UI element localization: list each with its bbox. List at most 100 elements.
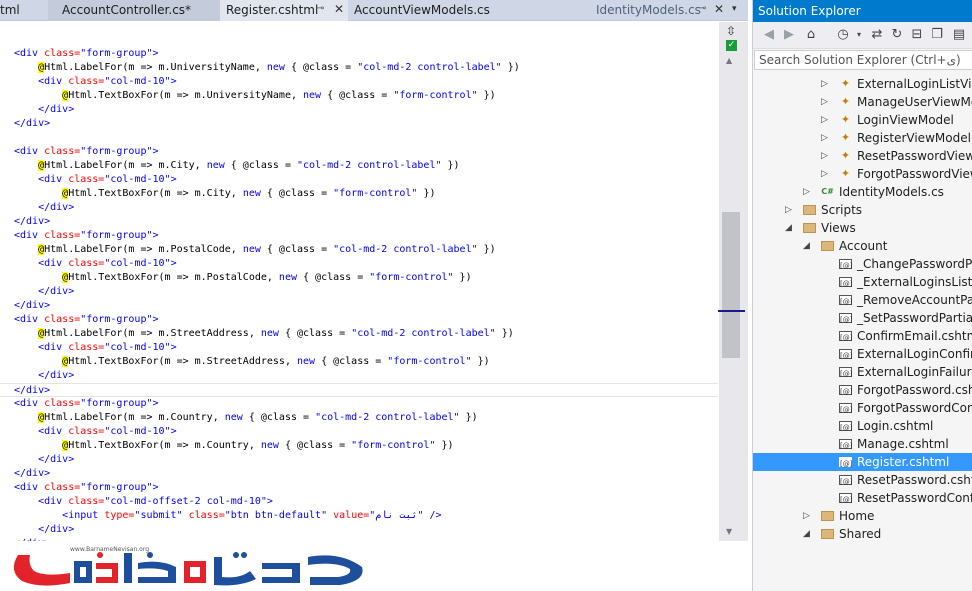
tree-item[interactable]: [@] ForgotPasswordConfirmation.cshtml <box>753 399 972 417</box>
properties-icon[interactable]: ▤ <box>951 27 967 43</box>
code-line[interactable]: <div class="form-group"> <box>0 313 718 327</box>
code-line[interactable]: @Html.TextBoxFor(m => m.PostalCode, new … <box>0 271 718 285</box>
solution-explorer-search-input[interactable]: Search Solution Explorer (Ctrl+ی) <box>754 50 972 70</box>
split-window-icon[interactable]: ⇳ <box>724 24 738 38</box>
refresh-icon[interactable]: ↻ <box>889 27 905 43</box>
collapse-arrow-icon[interactable]: ◢ <box>785 219 792 237</box>
code-line[interactable]: <div class="col-md-10"> <box>0 75 718 89</box>
code-line[interactable]: </div> <box>0 453 718 467</box>
chevron-down-icon[interactable]: ▾ <box>851 27 867 43</box>
close-icon[interactable]: ✕ <box>334 2 344 16</box>
pin-icon[interactable]: ⊸ <box>316 3 324 14</box>
code-line[interactable]: <div class="form-group"> <box>0 481 718 495</box>
code-line[interactable]: </div> <box>0 523 718 537</box>
tree-item[interactable]: ▷ ✦ LoginViewModel <box>753 111 972 129</box>
code-line[interactable]: @Html.TextBoxFor(m => m.UniversityName, … <box>0 89 718 103</box>
scroll-up-icon[interactable]: ▲ <box>726 56 732 65</box>
tree-item[interactable]: ▷ ✦ RegisterViewModel <box>753 129 972 147</box>
expand-arrow-icon[interactable]: ▷ <box>821 165 828 183</box>
code-line[interactable]: <div class="form-group"> <box>0 397 718 411</box>
sync-icon[interactable]: ⇄ <box>869 27 885 43</box>
tree-item[interactable]: [@] ExternalLoginFailure.cshtml <box>753 363 972 381</box>
code-editor[interactable]: <div class="form-group"> @Html.LabelFor(… <box>0 22 718 541</box>
code-line[interactable]: </div> <box>0 285 718 299</box>
tree-item[interactable]: ◢ Views <box>753 219 972 237</box>
code-line[interactable]: <div class="col-md-10"> <box>0 341 718 355</box>
expand-arrow-icon[interactable]: ▷ <box>803 507 810 525</box>
code-line[interactable]: @Html.LabelFor(m => m.City, new { @class… <box>0 159 718 173</box>
code-line[interactable]: </div> <box>0 201 718 215</box>
close-icon[interactable]: ✕ <box>714 2 724 16</box>
expand-arrow-icon[interactable]: ▷ <box>821 93 828 111</box>
chevron-down-icon[interactable]: ▾ <box>732 4 737 14</box>
code-line[interactable]: @Html.LabelFor(m => m.StreetAddress, new… <box>0 327 718 341</box>
expand-arrow-icon[interactable]: ▷ <box>821 129 828 147</box>
code-line[interactable]: <div class="form-group"> <box>0 47 718 61</box>
code-line[interactable]: @Html.TextBoxFor(m => m.Country, new { @… <box>0 439 718 453</box>
expand-arrow-icon[interactable]: ▷ <box>821 147 828 165</box>
tree-item[interactable]: ◢ Shared <box>753 525 972 543</box>
code-line[interactable]: <div class="col-md-10"> <box>0 173 718 187</box>
history-icon[interactable]: ◷ <box>835 27 851 43</box>
tree-item[interactable]: [@] Manage.cshtml <box>753 435 972 453</box>
code-line[interactable]: <div class="col-md-10"> <box>0 425 718 439</box>
tab-partial[interactable]: tml <box>0 0 48 21</box>
tree-item[interactable]: [@] _SetPasswordPartial.cshtml <box>753 309 972 327</box>
tree-item[interactable]: [@] _RemoveAccountPartial.cshtml <box>753 291 972 309</box>
tree-item[interactable]: [@] ExternalLoginConfirmation.cshtml <box>753 345 972 363</box>
tree-item[interactable]: ▷ ✦ ExternalLoginListViewModel <box>753 75 972 93</box>
code-line[interactable]: @Html.LabelFor(m => m.UniversityName, ne… <box>0 61 718 75</box>
code-line[interactable] <box>0 33 718 47</box>
tree-item[interactable]: ◢ Account <box>753 237 972 255</box>
home-icon[interactable]: ⌂ <box>803 27 819 43</box>
code-line[interactable]: </div> <box>0 369 718 383</box>
scrollbar-thumb[interactable] <box>722 212 740 358</box>
scroll-down-icon[interactable]: ▼ <box>726 527 732 536</box>
code-line[interactable]: <div class="col-md-offset-2 col-md-10"> <box>0 495 718 509</box>
tree-item[interactable]: [@] ResetPassword.cshtml <box>753 471 972 489</box>
code-line[interactable]: @Html.LabelFor(m => m.Country, new { @cl… <box>0 411 718 425</box>
code-line[interactable]: </div> <box>0 299 718 313</box>
tree-item[interactable]: [@] ConfirmEmail.cshtml <box>753 327 972 345</box>
tab-account-controller[interactable]: AccountController.cs* <box>48 0 220 21</box>
tab-register-cshtml[interactable]: Register.cshtml ⊸ ✕ <box>220 0 348 21</box>
forward-icon[interactable]: ▶ <box>781 27 797 43</box>
tree-item[interactable]: ▷ Home <box>753 507 972 525</box>
code-line[interactable]: @Html.LabelFor(m => m.PostalCode, new { … <box>0 243 718 257</box>
expand-arrow-icon[interactable]: ▷ <box>803 183 810 201</box>
tree-item[interactable]: ▷ ✦ ForgotPasswordViewModel <box>753 165 972 183</box>
expand-arrow-icon[interactable]: ▷ <box>821 111 828 129</box>
show-all-files-icon[interactable]: ❐ <box>929 27 945 43</box>
collapse-arrow-icon[interactable]: ◢ <box>803 237 810 255</box>
tree-item[interactable]: [@] ResetPasswordConfirmation.cshtml <box>753 489 972 507</box>
expand-arrow-icon[interactable]: ▷ <box>821 75 828 93</box>
code-line[interactable]: </div> <box>0 117 718 131</box>
tree-item[interactable]: ▷ Scripts <box>753 201 972 219</box>
code-line[interactable]: @Html.TextBoxFor(m => m.StreetAddress, n… <box>0 355 718 369</box>
expand-arrow-icon[interactable]: ▷ <box>785 201 792 219</box>
tree-item[interactable]: ▷ C# IdentityModels.cs <box>753 183 972 201</box>
code-line[interactable]: </div> <box>0 215 718 229</box>
tree-item[interactable]: [@] _ExternalLoginsListPartial.cshtml <box>753 273 972 291</box>
code-line[interactable]: </div> <box>0 467 718 481</box>
code-line[interactable] <box>0 131 718 145</box>
pin-icon[interactable]: ⊸ <box>698 3 706 14</box>
code-line[interactable]: <div class="form-group"> <box>0 145 718 159</box>
tree-item[interactable]: [@] Login.cshtml <box>753 417 972 435</box>
code-line[interactable]: <input type="submit" class="btn btn-defa… <box>0 509 718 523</box>
code-line[interactable]: </div> <box>0 103 718 117</box>
collapse-all-icon[interactable]: ⊟ <box>909 27 925 43</box>
tab-account-view-models[interactable]: AccountViewModels.cs <box>348 0 578 21</box>
code-line[interactable]: <div class="form-group"> <box>0 229 718 243</box>
code-line[interactable]: @Html.TextBoxFor(m => m.City, new { @cla… <box>0 187 718 201</box>
tree-item[interactable]: [@] Register.cshtml <box>753 453 972 471</box>
tree-item[interactable]: [@] _ChangePasswordPartial.cshtml <box>753 255 972 273</box>
tab-identity-models[interactable]: IdentityModels.cs ⊸ ✕ ▾ <box>590 0 748 21</box>
collapse-arrow-icon[interactable]: ◢ <box>803 525 810 543</box>
tree-item[interactable]: [@] ForgotPassword.cshtml <box>753 381 972 399</box>
code-line[interactable]: </div> <box>0 383 718 397</box>
tree-item[interactable]: ▷ ✦ ManageUserViewModel <box>753 93 972 111</box>
code-line[interactable]: <div class="col-md-10"> <box>0 257 718 271</box>
tree-item[interactable]: ▷ ✦ ResetPasswordViewModel <box>753 147 972 165</box>
back-icon[interactable]: ◀ <box>761 27 777 43</box>
